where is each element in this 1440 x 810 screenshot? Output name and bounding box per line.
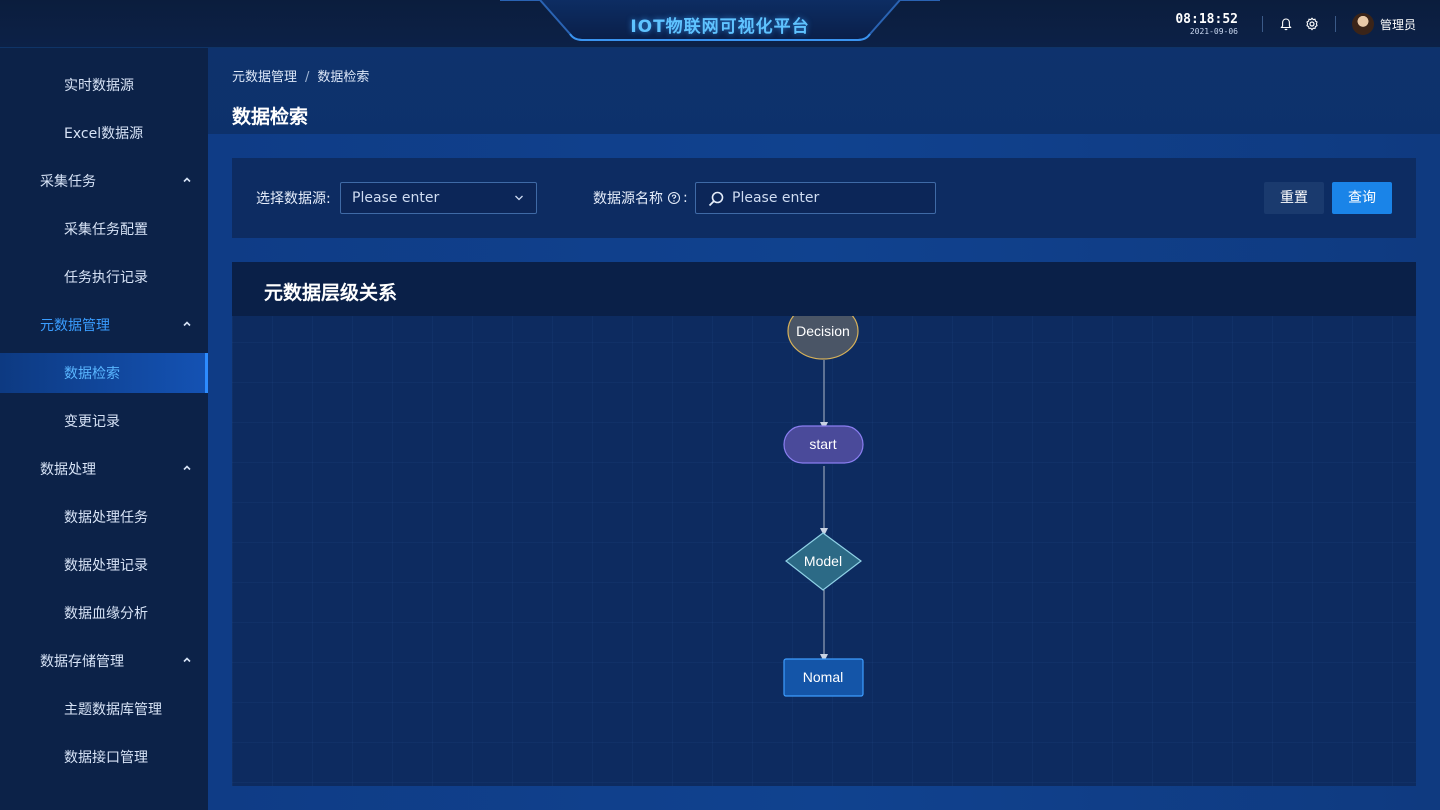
graph-header: 元数据层级关系 xyxy=(232,262,1416,316)
source-name-label: 数据源名称 : xyxy=(593,188,688,208)
chevron-up-icon xyxy=(183,465,191,471)
app-title: IOT物联网可视化平台 xyxy=(630,17,810,37)
clock-date: 2021-09-06 xyxy=(1189,26,1238,36)
avatar[interactable] xyxy=(1351,13,1374,35)
node-label: start xyxy=(809,436,836,452)
sidebar-item-topic-db[interactable]: 主题数据库管理 xyxy=(0,689,208,729)
top-bar: IOT物联网可视化平台 08:18:52 2021-09-06 管理员 xyxy=(0,0,1440,48)
sidebar-item-data-search[interactable]: 数据检索 xyxy=(0,353,208,393)
hierarchy-graph-panel: 元数据层级关系 Decision start Model Nomal xyxy=(232,262,1416,786)
main-content: 元数据管理 / 数据检索 数据检索 选择数据源: Please enter 数据源名… xyxy=(208,48,1440,810)
sidebar-item-label: 数据处理任务 xyxy=(64,510,148,526)
breadcrumb-parent[interactable]: 元数据管理 xyxy=(232,70,297,85)
username[interactable]: 管理员 xyxy=(1380,16,1416,33)
source-select[interactable]: Please enter xyxy=(340,182,537,214)
sidebar-item-data-api[interactable]: 数据接口管理 xyxy=(0,737,208,777)
source-name-label-text: 数据源名称 xyxy=(593,191,663,207)
title-plate: IOT物联网可视化平台 xyxy=(500,0,940,46)
sidebar-item-excel-source[interactable]: Excel数据源 xyxy=(0,113,208,153)
clock-time: 08:18:52 xyxy=(1175,11,1238,27)
graph-node-start[interactable]: start xyxy=(783,425,864,464)
sidebar-item-change-log[interactable]: 变更记录 xyxy=(0,401,208,441)
divider xyxy=(1261,16,1263,32)
clock: 08:18:52 2021-09-06 xyxy=(1175,12,1238,37)
chevron-down-icon xyxy=(515,195,523,201)
graph-node-decision[interactable]: Decision xyxy=(787,316,859,360)
sidebar-group-metadata[interactable]: 元数据管理 xyxy=(0,305,208,345)
sidebar-item-label: 数据处理记录 xyxy=(64,558,148,574)
graph-title: 元数据层级关系 xyxy=(264,282,398,304)
bell-icon[interactable] xyxy=(1277,15,1295,33)
sidebar-item-label: 元数据管理 xyxy=(40,318,110,334)
source-name-placeholder: Please enter xyxy=(732,190,820,206)
node-label: Model xyxy=(804,553,842,569)
sidebar-item-task-config[interactable]: 采集任务配置 xyxy=(0,209,208,249)
chevron-up-icon xyxy=(183,321,191,327)
sidebar-item-label: 变更记录 xyxy=(64,414,120,430)
sidebar-item-processing-records[interactable]: 数据处理记录 xyxy=(0,545,208,585)
help-icon[interactable] xyxy=(667,191,681,205)
sidebar-item-label: 采集任务 xyxy=(40,174,96,190)
breadcrumb-current: 数据检索 xyxy=(317,70,370,85)
source-name-input[interactable]: Please enter xyxy=(695,182,936,214)
sidebar-item-label: 采集任务配置 xyxy=(64,222,148,238)
source-select-placeholder: Please enter xyxy=(352,190,440,206)
divider xyxy=(1334,16,1336,32)
source-name-colon: : xyxy=(683,190,688,206)
sidebar: 实时数据源 Excel数据源 采集任务 采集任务配置 任务执行记录 元数据管理 … xyxy=(0,48,208,810)
breadcrumb: 元数据管理 / 数据检索 xyxy=(232,66,369,85)
sidebar-item-task-records[interactable]: 任务执行记录 xyxy=(0,257,208,297)
hierarchy-graph: Decision start Model Nomal xyxy=(783,316,864,697)
page-title: 数据检索 xyxy=(232,106,309,128)
node-label: Decision xyxy=(796,323,850,339)
gear-icon[interactable] xyxy=(1303,15,1321,33)
sidebar-item-label: 数据接口管理 xyxy=(64,750,148,766)
reset-button[interactable]: 重置 xyxy=(1264,182,1324,214)
sidebar-item-lineage-analysis[interactable]: 数据血缘分析 xyxy=(0,593,208,633)
sidebar-item-realtime-source[interactable]: 实时数据源 xyxy=(0,65,208,105)
chevron-up-icon xyxy=(183,657,191,663)
breadcrumb-separator: / xyxy=(305,70,310,85)
sidebar-item-label: 实时数据源 xyxy=(64,78,134,94)
top-right-controls: 08:18:52 2021-09-06 管理员 xyxy=(1175,0,1416,48)
graph-node-model[interactable]: Model xyxy=(785,532,863,591)
sidebar-item-label: 数据血缘分析 xyxy=(64,606,148,622)
sidebar-item-label: 任务执行记录 xyxy=(64,270,148,286)
sidebar-group-storage[interactable]: 数据存储管理 xyxy=(0,641,208,681)
sidebar-item-label: 主题数据库管理 xyxy=(64,702,162,718)
search-icon xyxy=(708,191,724,207)
sidebar-item-processing-tasks[interactable]: 数据处理任务 xyxy=(0,497,208,537)
node-label: Nomal xyxy=(803,669,843,685)
sidebar-item-label: 数据处理 xyxy=(40,462,96,478)
sidebar-item-label: 数据检索 xyxy=(64,366,120,382)
graph-node-nomal[interactable]: Nomal xyxy=(783,658,864,697)
sidebar-item-label: 数据存储管理 xyxy=(40,654,124,670)
query-button[interactable]: 查询 xyxy=(1332,182,1392,214)
sidebar-item-label: Excel数据源 xyxy=(64,126,144,142)
chevron-up-icon xyxy=(183,177,191,183)
source-select-label: 选择数据源: xyxy=(256,191,331,207)
filter-bar: 选择数据源: Please enter 数据源名称 : Please enter… xyxy=(232,158,1416,238)
sidebar-group-data-processing[interactable]: 数据处理 xyxy=(0,449,208,489)
sidebar-group-collection-tasks[interactable]: 采集任务 xyxy=(0,161,208,201)
